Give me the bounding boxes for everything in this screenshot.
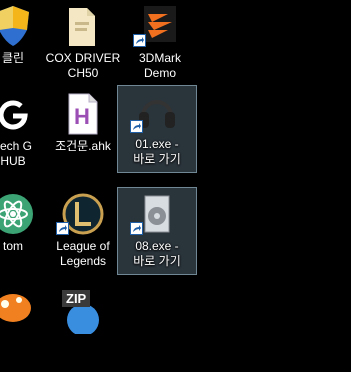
desktop-icon-ahk[interactable]: H 조건문.ahk [44,88,122,174]
desktop-icon-league-of-legends[interactable]: League of Legends [44,188,122,274]
svg-text:H: H [74,104,90,129]
desktop-icon-3dmark[interactable]: 3DMark Demo [121,0,199,86]
desktop-icon-01-exe[interactable]: 01.exe - 바로 가기 [117,85,197,173]
desktop-icon-label: 3DMark Demo [138,51,181,80]
shortcut-arrow-icon [130,222,143,235]
desktop-icon-zip[interactable]: ZIP [44,286,122,372]
atom-icon [0,194,33,234]
desktop: { "desktop": { "icons": [ {"id":"clean",… [0,0,351,334]
desktop-icon-08-exe[interactable]: 08.exe - 바로 가기 [117,187,197,275]
zip-badge: ZIP [62,290,91,307]
desktop-icon-cox-driver[interactable]: COX DRIVER CH50 [44,0,122,86]
mushroom-icon [0,294,31,322]
desktop-icon-label: COX DRIVER CH50 [45,51,121,80]
desktop-icon-label: League of Legends [56,239,110,268]
shield-cleaner-icon [0,6,29,46]
shortcut-arrow-icon [130,120,143,133]
logitech-g-icon [0,100,28,130]
desktop-icon-label: 01.exe - 바로 가기 [133,137,181,166]
autohotkey-file-icon: H [68,93,98,135]
desktop-icon-label: 조건문.ahk [55,139,111,153]
shortcut-arrow-icon [56,222,69,235]
shortcut-arrow-icon [133,34,146,47]
desktop-icon-label: 08.exe - 바로 가기 [133,239,181,268]
folder-icon [69,8,95,46]
